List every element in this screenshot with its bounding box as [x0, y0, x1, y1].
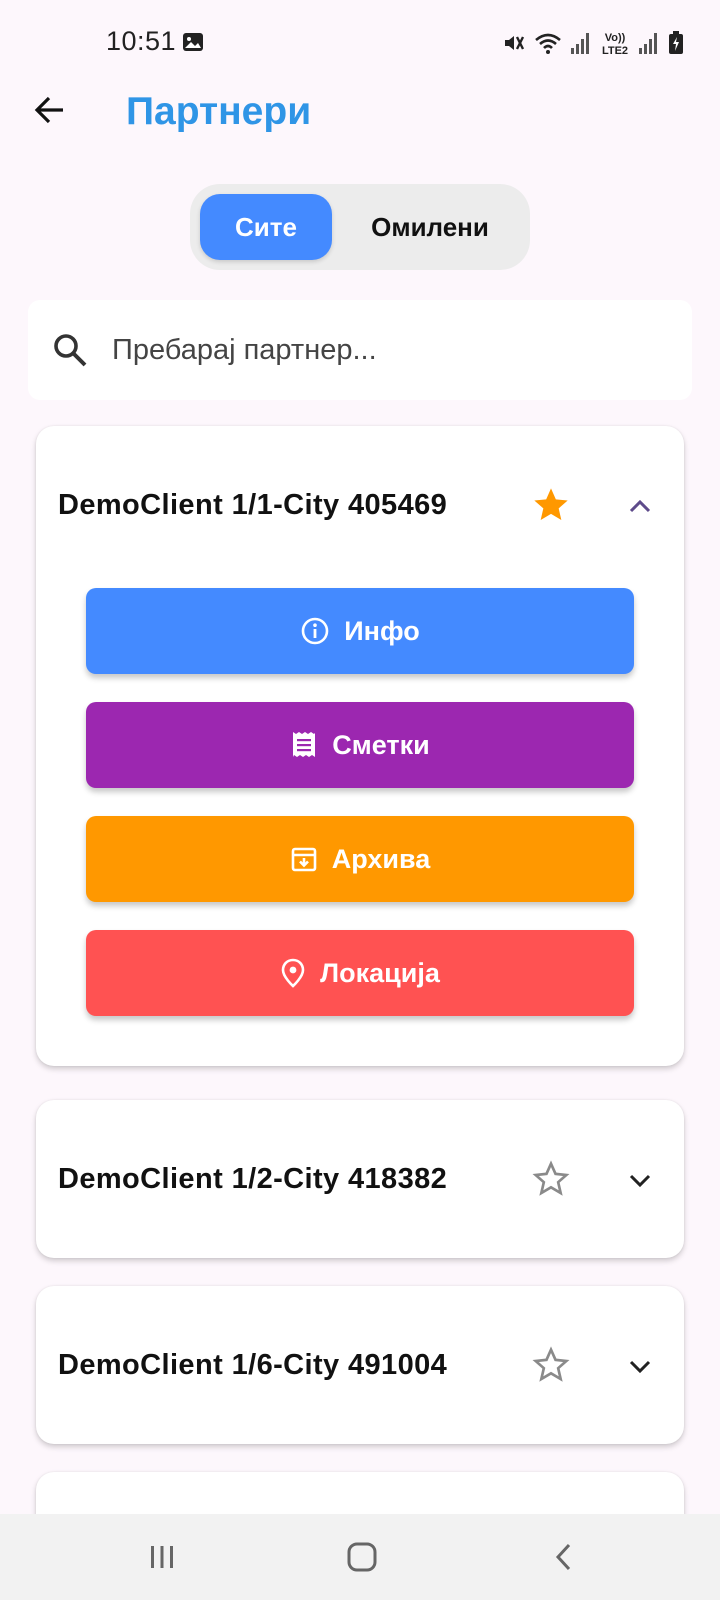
archive-button-label: Архива: [331, 843, 431, 874]
svg-text:Vo)): Vo)): [605, 32, 626, 44]
bills-button-label: Сметки: [332, 729, 430, 760]
partner-filter-toggle: Сите Омилени: [190, 184, 530, 270]
svg-text:LTE2: LTE2: [602, 45, 628, 56]
star-outline-icon: [532, 1160, 570, 1196]
image-icon: [183, 33, 203, 51]
search-icon: [54, 334, 87, 367]
favorite-button[interactable]: [530, 1158, 572, 1200]
receipt-icon: [293, 732, 316, 757]
status-time: 10:51: [106, 26, 177, 56]
back-button[interactable]: [28, 88, 72, 132]
recent-apps-button[interactable]: [132, 1534, 192, 1580]
battery-icon: [669, 31, 683, 54]
partner-name: DemoClient 1/2-City 418382: [58, 1163, 448, 1195]
back-icon: [555, 1543, 571, 1571]
favorite-button[interactable]: [530, 1344, 572, 1386]
location-button[interactable]: Локација: [86, 930, 634, 1016]
collapse-button[interactable]: [620, 486, 660, 526]
chevron-up-icon: [629, 499, 651, 513]
expand-button[interactable]: [620, 1346, 660, 1386]
partner-card-header[interactable]: DemoClient 1/1-City 405469: [36, 426, 684, 584]
tab-all[interactable]: Сите: [200, 194, 332, 260]
home-button[interactable]: [332, 1534, 392, 1580]
star-outline-icon: [532, 1346, 570, 1382]
info-button-label: Инфо: [344, 615, 420, 646]
info-icon: [301, 617, 329, 645]
wifi-icon: [535, 33, 561, 54]
system-nav-bar: [0, 1514, 720, 1600]
partner-card: DemoClient 1/1-City 405469 Инфо Сметки А…: [36, 426, 684, 1066]
archive-icon: [291, 847, 317, 872]
signal-icon: [639, 33, 657, 54]
archive-button[interactable]: Архива: [86, 816, 634, 902]
recent-apps-icon: [151, 1546, 173, 1568]
mute-icon: [505, 36, 525, 50]
partner-card: DemoClient 1/2-City 418382: [36, 1100, 684, 1258]
tab-favorites[interactable]: Омилени: [340, 194, 520, 260]
partner-name: DemoClient 1/6-City 491004: [58, 1349, 448, 1381]
signal-icon: [571, 33, 589, 54]
home-icon: [347, 1542, 377, 1572]
info-button[interactable]: Инфо: [86, 588, 634, 674]
partner-name: DemoClient 1/1-City 405469: [58, 489, 448, 521]
location-pin-icon: [281, 958, 305, 988]
system-back-button[interactable]: [534, 1534, 594, 1580]
chevron-down-icon: [629, 1360, 651, 1374]
partner-card: DemoClient 1/6-City 491004: [36, 1286, 684, 1444]
status-bar: 10:51 Vo)) LTE2: [0, 0, 720, 86]
search-input[interactable]: [112, 300, 672, 400]
search-bar[interactable]: [28, 300, 692, 400]
expand-button[interactable]: [620, 1160, 660, 1200]
arrow-back-icon: [34, 96, 63, 124]
bills-button[interactable]: Сметки: [86, 702, 634, 788]
partner-card-header[interactable]: DemoClient 1/2-City 418382: [36, 1100, 684, 1258]
star-filled-icon: [534, 488, 568, 520]
volte-icon: Vo)) LTE2: [602, 32, 628, 56]
page-title: Партнери: [126, 90, 312, 133]
partner-card-header[interactable]: DemoClient 1/6-City 491004: [36, 1286, 684, 1444]
status-icons: Vo)) LTE2: [502, 30, 684, 56]
chevron-down-icon: [629, 1174, 651, 1188]
location-button-label: Локација: [320, 957, 440, 988]
favorite-button[interactable]: [530, 484, 572, 526]
